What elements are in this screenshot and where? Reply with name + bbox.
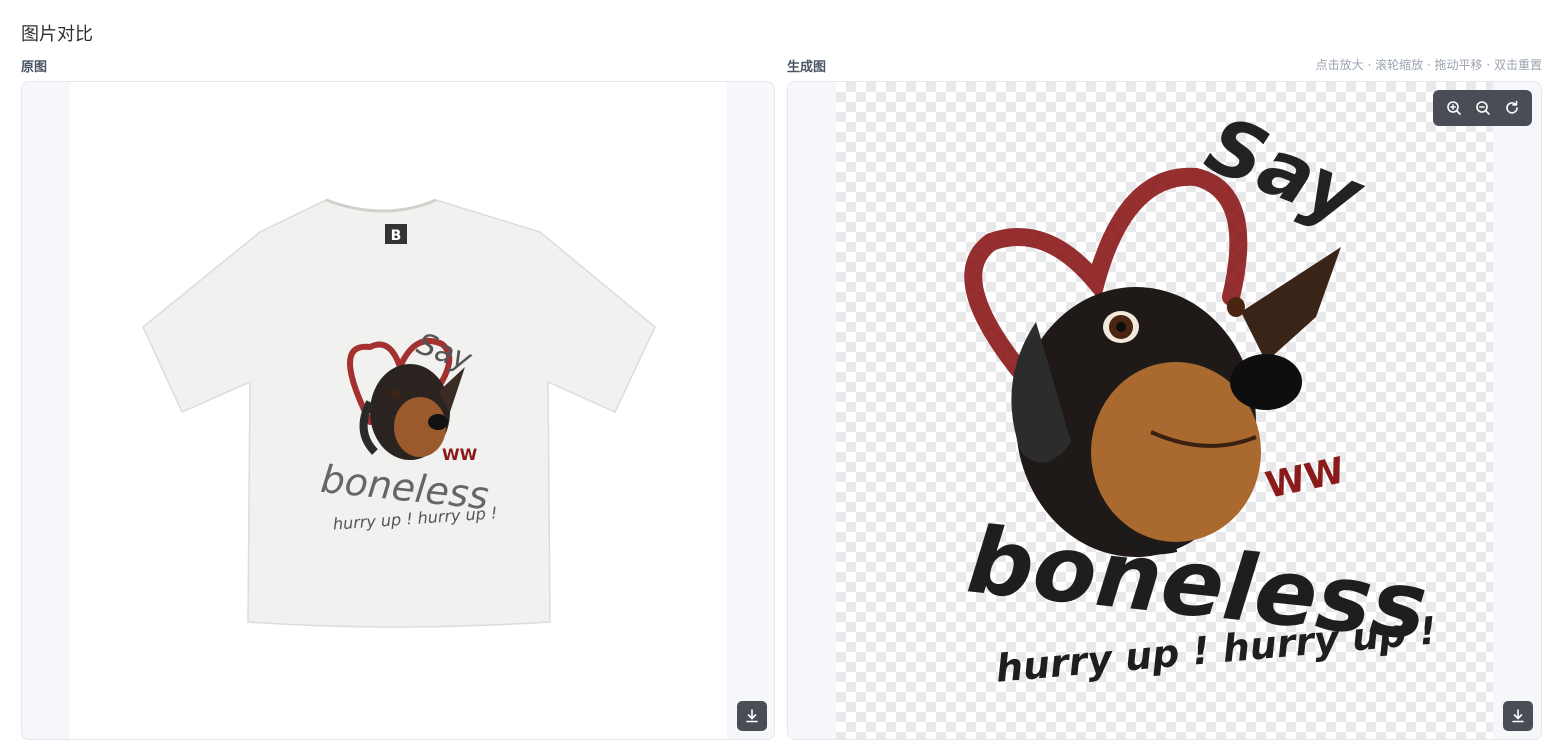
interaction-hint: 点击放大 · 滚轮缩放 · 拖动平移 · 双击重置	[1315, 58, 1542, 72]
svg-text:B: B	[391, 228, 402, 244]
zoom-toolbar	[1433, 90, 1532, 126]
generated-image-canvas[interactable]: Say WW boneless hurry up ! hurry up !	[836, 82, 1493, 739]
original-image-canvas[interactable]: B Say WW boneless hurry up ! hurry up !	[70, 82, 727, 739]
tshirt-mockup-image: B Say WW boneless hurry up ! hurry up !	[142, 198, 656, 628]
reset-button[interactable]	[1499, 95, 1525, 121]
generated-artwork-image: Say WW boneless hurry up ! hurry up !	[963, 100, 1439, 691]
original-image-panel[interactable]: B Say WW boneless hurry up ! hurry up !	[21, 81, 775, 740]
dog-ear-right	[1241, 247, 1341, 362]
download-generated-button[interactable]	[1503, 701, 1533, 731]
zoom-out-icon	[1475, 101, 1490, 115]
page-title: 图片对比	[21, 24, 93, 45]
zoom-in-button[interactable]	[1441, 95, 1467, 121]
generated-image-panel[interactable]: Say WW boneless hurry up ! hurry up !	[787, 81, 1542, 740]
rotate-reset-icon	[1505, 100, 1518, 114]
svg-text:WW: WW	[442, 445, 478, 464]
download-icon	[1512, 709, 1524, 723]
dog-nose	[1230, 354, 1302, 410]
zoom-out-button[interactable]	[1470, 95, 1496, 121]
original-image-label: 原图	[21, 60, 48, 75]
download-icon	[746, 709, 758, 723]
download-original-button[interactable]	[737, 701, 767, 731]
svg-text:Say: Say	[1194, 100, 1376, 244]
zoom-in-icon	[1446, 101, 1461, 115]
svg-text:WW: WW	[1262, 450, 1348, 507]
generated-image-label: 生成图	[787, 60, 827, 75]
